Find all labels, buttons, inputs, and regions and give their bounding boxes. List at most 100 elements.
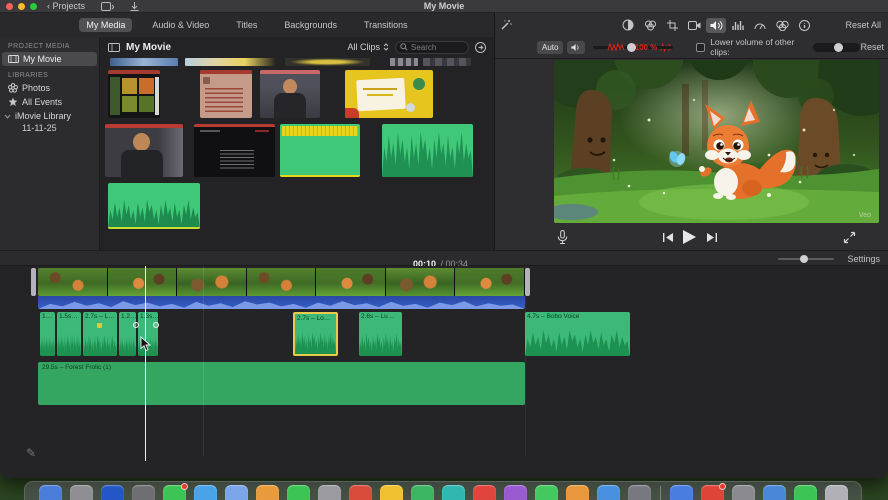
dock-app-icon[interactable] [793,485,817,500]
dock-app-icon[interactable] [100,485,124,500]
clip-filmstrip-sliver[interactable] [423,58,471,66]
dock-app-icon[interactable] [762,485,786,500]
dock-app-icon[interactable] [472,485,496,500]
volume-tool-icon[interactable] [706,17,726,33]
mute-button[interactable] [567,40,586,54]
dock-app-icon[interactable] [193,485,217,500]
crop-icon[interactable] [661,19,683,31]
media-thumb-presenter-2[interactable] [105,124,183,177]
dock-app-icon[interactable] [565,485,589,500]
tab-titles[interactable]: Titles [229,18,264,32]
sidebar-item-my-movie[interactable]: My Movie [2,52,97,66]
keyframe-dot[interactable] [153,322,159,328]
media-thumb-audio-green[interactable] [382,124,473,177]
sidebar-item-all-events[interactable]: All Events [0,95,99,109]
share-export-icon[interactable] [101,1,115,11]
dock-app-icon[interactable] [286,485,310,500]
media-thumb-presenter[interactable] [260,70,320,118]
dock-app-icon[interactable] [131,485,155,500]
video-clip-audio-track[interactable] [38,296,525,309]
audio-clip[interactable]: 2.7s – L… [83,312,117,356]
lower-volume-slider[interactable] [812,42,861,52]
dock-app-icon[interactable] [669,485,693,500]
dock-app-icon[interactable] [503,485,527,500]
audio-clip-selected[interactable]: 2.7s – Lo… [293,312,338,356]
color-balance-icon[interactable] [617,19,639,31]
color-correction-icon[interactable] [639,20,661,31]
close-window-button[interactable] [6,2,13,10]
reset-button[interactable]: Reset [860,42,884,52]
media-thumb-dark-screen[interactable] [194,124,275,177]
clip-filter-icon[interactable] [771,20,793,31]
clip-filmstrip-sliver[interactable] [390,58,418,66]
dock-app-icon[interactable] [731,485,755,500]
media-thumb-audio-clip[interactable] [108,183,200,229]
sidebar-item-imovie-library[interactable]: iMovie Library [0,109,99,123]
clip-zoom-knob[interactable] [800,254,808,263]
dock-app-icon[interactable] [596,485,620,500]
viewer-preview[interactable]: Veo [554,60,879,223]
stabilization-icon[interactable] [683,20,705,30]
previous-frame-button[interactable] [663,233,673,242]
media-thumb-promo-card[interactable] [345,70,433,118]
clip-info-icon[interactable] [793,19,815,31]
media-thumb-browser-grid[interactable] [108,70,160,118]
next-frame-button[interactable] [707,233,717,242]
auto-volume-button[interactable]: Auto [537,40,564,54]
video-clip-filmstrip[interactable] [38,268,525,296]
all-clips-filter[interactable]: All Clips [347,42,389,52]
draw-pencil-icon[interactable]: ✎ [26,446,36,460]
keyframe-dot[interactable] [133,322,139,328]
play-button[interactable] [683,230,696,244]
panel-toggle-icon[interactable] [108,42,120,52]
background-music-clip[interactable]: 29.5s – Forest Frolic (1) [38,362,525,405]
dock-app-icon[interactable] [824,485,848,500]
dock-app-icon[interactable] [627,485,651,500]
tab-audio-video[interactable]: Audio & Video [145,18,216,32]
dock-app-icon[interactable] [348,485,372,500]
enhance-wand-icon[interactable] [500,19,512,31]
clip-filmstrip-sliver[interactable] [185,58,275,66]
clip-filmstrip-sliver[interactable] [285,58,370,66]
search-input[interactable] [411,42,463,52]
zoom-window-button[interactable] [30,2,37,10]
audio-clip[interactable]: 1… [40,312,55,356]
media-thumb-notes-doc[interactable] [200,70,252,118]
dock-app-icon[interactable] [255,485,279,500]
audio-clip[interactable]: 1.2… [119,312,136,356]
dock-app-icon[interactable] [317,485,341,500]
audio-clip-bobo-voice[interactable]: 4.7s – Bobo Voice [525,312,630,356]
dock-app-icon[interactable] [38,485,62,500]
timeline-settings-button[interactable]: Settings [847,254,880,264]
dock-app-icon[interactable] [162,483,188,500]
tab-backgrounds[interactable]: Backgrounds [277,18,344,32]
import-media-icon[interactable] [130,1,139,11]
minimize-window-button[interactable] [18,2,25,10]
dock-app-icon[interactable] [534,485,558,500]
sidebar-item-event-date[interactable]: 11-11-25 [0,123,99,133]
dock-app-icon[interactable] [410,485,434,500]
audio-clip[interactable]: 1.5s… [57,312,81,356]
lower-volume-checkbox[interactable] [696,42,706,52]
clip-zoom-slider[interactable] [778,254,834,263]
circled-arrow-icon[interactable] [475,41,486,53]
dock-app-icon[interactable] [224,485,248,500]
back-to-projects-button[interactable]: ‹ Projects [47,1,85,11]
media-thumb-audio-yellow[interactable] [280,124,360,177]
volume-slider[interactable] [593,41,673,52]
dock-app-icon[interactable] [69,485,93,500]
reset-all-button[interactable]: Reset All [845,20,881,30]
clip-filmstrip-sliver[interactable] [110,58,178,66]
playhead[interactable] [145,266,146,461]
trim-handle-left[interactable] [31,268,36,296]
dock-app-icon[interactable] [379,485,403,500]
fullscreen-expand-icon[interactable] [843,231,856,244]
voiceover-mic-icon[interactable] [557,230,568,245]
tab-transitions[interactable]: Transitions [357,18,415,32]
lower-volume-knob[interactable] [833,42,843,52]
noise-reduction-eq-icon[interactable] [727,20,749,30]
tab-my-media[interactable]: My Media [79,18,133,32]
dock-app-icon[interactable] [441,485,465,500]
sidebar-item-photos[interactable]: Photos [0,81,99,95]
dock-app-icon[interactable] [700,483,726,500]
